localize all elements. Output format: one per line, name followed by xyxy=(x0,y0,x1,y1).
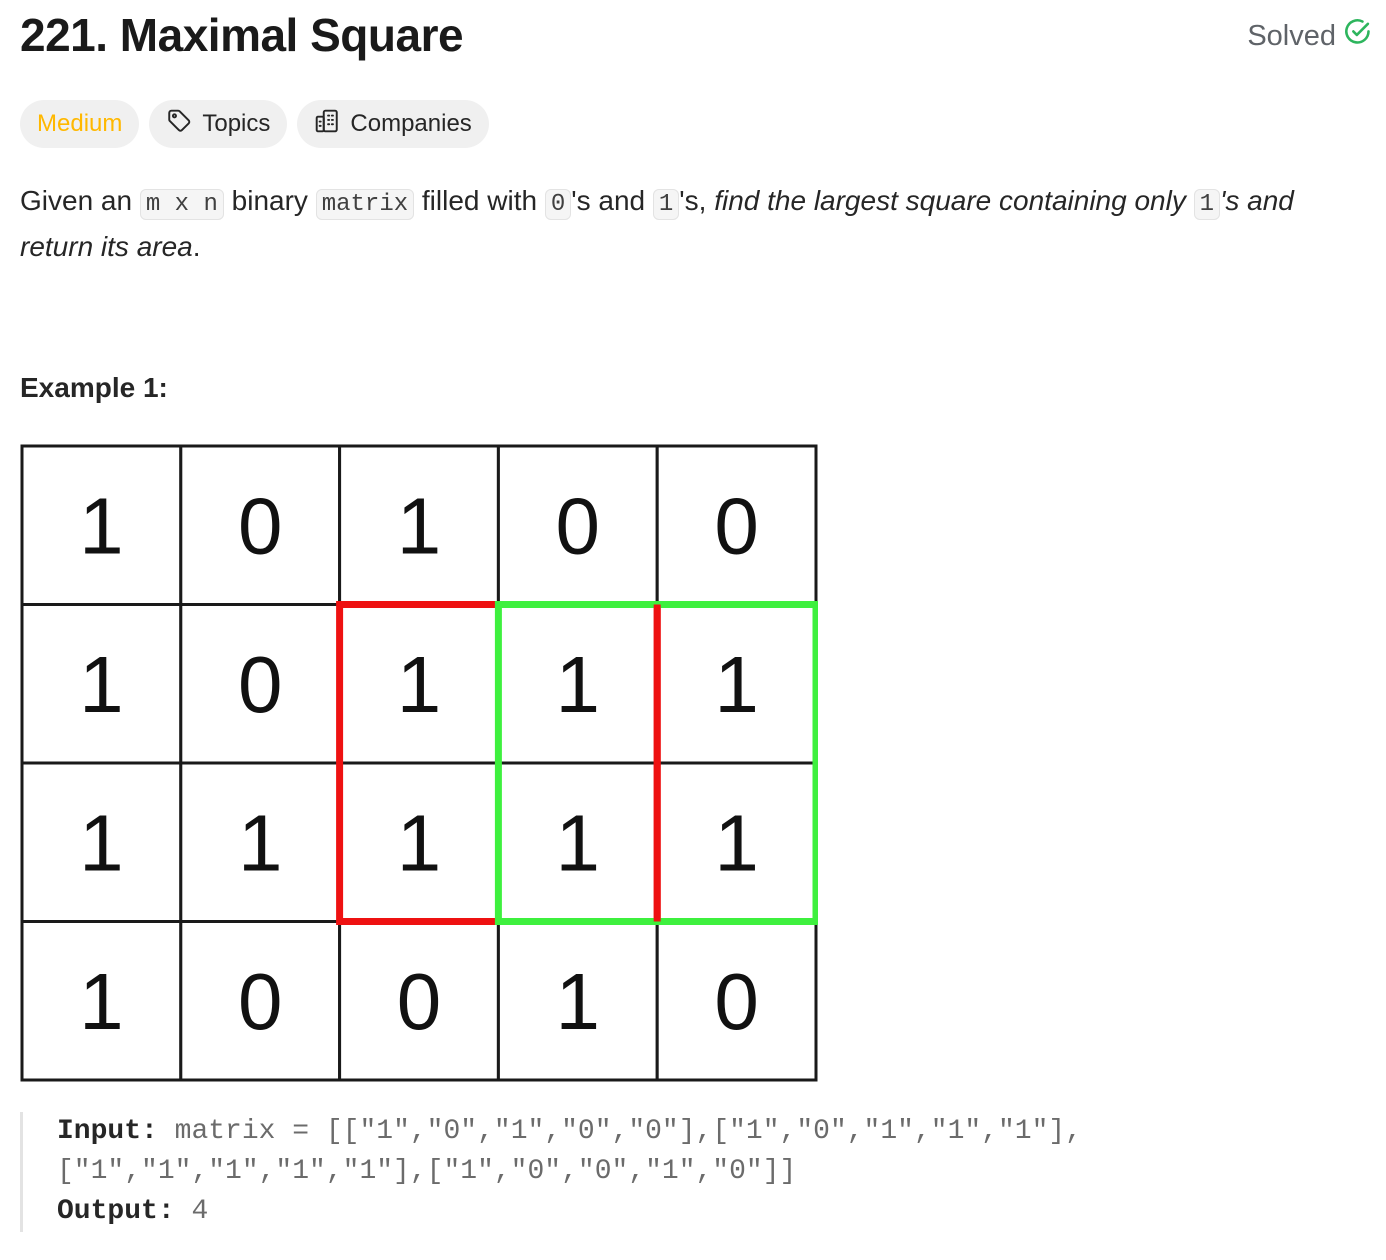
matrix-cell-value: 0 xyxy=(556,481,601,570)
companies-button[interactable]: Companies xyxy=(297,100,489,148)
example-matrix-figure: 1 0 1 0 0 1 0 1 1 1 1 1 1 1 1 1 0 0 1 0 xyxy=(20,444,818,1082)
matrix-cell-value: 0 xyxy=(714,481,759,570)
check-circle-icon xyxy=(1344,18,1372,54)
problem-title: 221. Maximal Square xyxy=(20,9,464,61)
matrix-cell-value: 1 xyxy=(79,957,124,1046)
matrix-cell-value: 1 xyxy=(397,481,442,570)
matrix-cell-value: 1 xyxy=(397,640,442,729)
example-io-block: Input: matrix = [["1","0","1","0","0"],[… xyxy=(20,1112,1157,1232)
matrix-cell-value: 1 xyxy=(556,640,601,729)
matrix-cell-value: 1 xyxy=(79,640,124,729)
tag-icon xyxy=(166,108,202,141)
matrix-cell-value: 0 xyxy=(238,481,283,570)
output-value: 4 xyxy=(191,1196,209,1227)
difficulty-badge[interactable]: Medium xyxy=(20,100,140,148)
code-one: 1 xyxy=(652,189,680,220)
output-label: Output: xyxy=(57,1196,175,1227)
code-m-x-n: m x n xyxy=(139,189,224,220)
building-icon xyxy=(314,108,350,141)
matrix-cell-value: 0 xyxy=(714,957,759,1046)
input-line-1: Input: matrix = [["1","0","1","0","0"],[… xyxy=(57,1112,1157,1152)
input-line-2: ["1","1","1","1","1"],["1","0","0","1","… xyxy=(57,1156,797,1187)
topics-button[interactable]: Topics xyxy=(149,100,288,148)
code-matrix: matrix xyxy=(315,189,415,220)
matrix-cell-value: 0 xyxy=(238,957,283,1046)
matrix-cell-value: 1 xyxy=(714,640,759,729)
matrix-cell-value: 1 xyxy=(79,798,124,887)
input-value-1: matrix = [["1","0","1","0","0"],["1","0"… xyxy=(174,1116,1082,1147)
solved-status: Solved xyxy=(1247,18,1372,54)
matrix-cell-value: 1 xyxy=(238,798,283,887)
matrix-cell-value: 0 xyxy=(238,640,283,729)
solved-label: Solved xyxy=(1247,19,1336,52)
matrix-cell-value: 1 xyxy=(79,481,124,570)
output-line: Output: 4 xyxy=(57,1192,1157,1232)
code-one-2: 1 xyxy=(1193,189,1221,220)
tag-row: Medium Topics Companies xyxy=(20,100,489,148)
example-title: Example 1: xyxy=(20,372,168,403)
code-zero: 0 xyxy=(544,189,572,220)
matrix-grid: 1 0 1 0 0 1 0 1 1 1 1 1 1 1 1 1 0 0 1 0 xyxy=(20,444,818,1082)
companies-label: Companies xyxy=(350,110,472,137)
matrix-cell-value: 0 xyxy=(397,957,442,1046)
matrix-cell-value: 1 xyxy=(714,798,759,887)
topics-label: Topics xyxy=(202,110,271,137)
matrix-cell-value: 1 xyxy=(556,957,601,1046)
problem-description: Given an m x n binary matrix filled with… xyxy=(20,185,1294,262)
matrix-cell-value: 1 xyxy=(556,798,601,887)
input-label: Input: xyxy=(57,1116,158,1147)
matrix-cell-value: 1 xyxy=(397,798,442,887)
